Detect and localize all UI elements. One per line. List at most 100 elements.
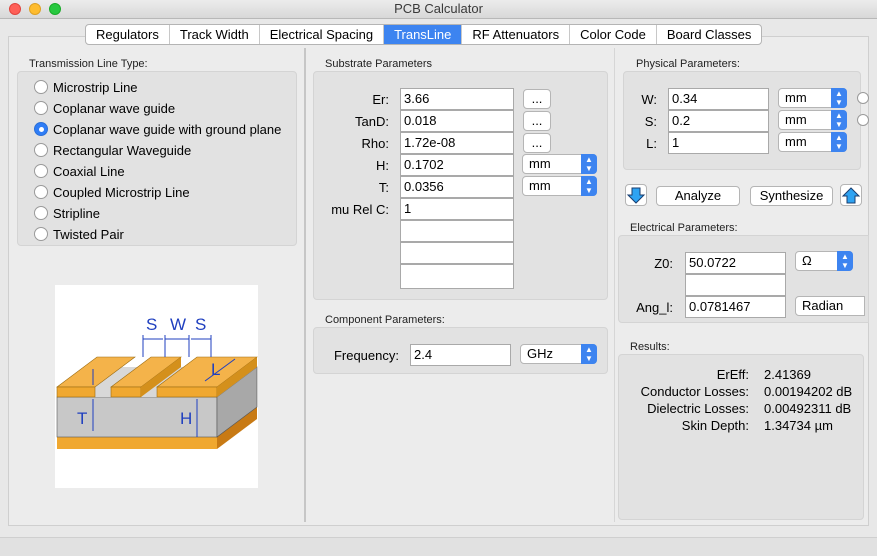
w-unit-select[interactable]: mm ▲ ▼ (778, 88, 847, 108)
l-unit-select[interactable]: mm ▲ ▼ (778, 132, 847, 152)
extra-param-input[interactable] (400, 242, 514, 264)
ang-label: Ang_l: (636, 300, 673, 315)
radio-button[interactable] (34, 227, 48, 241)
chevron-updown-icon: ▲ ▼ (581, 344, 597, 364)
murelc-input[interactable]: 1 (400, 198, 514, 220)
t-unit-value: mm (529, 178, 551, 193)
tand-label: TanD: (355, 114, 389, 129)
radio-button-selected[interactable] (34, 122, 48, 136)
radio-coplanar-ground[interactable]: Coplanar wave guide with ground plane (34, 120, 281, 138)
radio-button[interactable] (34, 80, 48, 94)
h-input[interactable]: 0.1702 (400, 154, 514, 176)
radio-label: Coupled Microstrip Line (53, 184, 190, 200)
l-input[interactable]: 1 (668, 132, 769, 154)
h-unit-select[interactable]: mm ▲ ▼ (522, 154, 597, 174)
er-label: Er: (372, 92, 389, 107)
chevron-updown-icon: ▲ ▼ (831, 132, 847, 152)
tab-regulators[interactable]: Regulators (86, 25, 170, 44)
electrical-title: Electrical Parameters: (630, 222, 738, 234)
ang-unit-select[interactable]: Radian (795, 296, 865, 316)
synthesize-arrow-button[interactable] (840, 184, 862, 206)
tab-board-classes[interactable]: Board Classes (657, 25, 762, 44)
t-unit-select[interactable]: mm ▲ ▼ (522, 176, 597, 196)
frequency-unit-select[interactable]: GHz ▲ ▼ (520, 344, 597, 364)
erreff-label: ErEff: (716, 367, 749, 382)
substrate-title: Substrate Parameters (325, 58, 432, 70)
arrow-up-icon (841, 187, 861, 204)
results-title: Results: (630, 341, 670, 353)
radio-coplanar[interactable]: Coplanar wave guide (34, 99, 175, 117)
radio-rect-waveguide[interactable]: Rectangular Waveguide (34, 141, 191, 159)
tab-electrical-spacing[interactable]: Electrical Spacing (260, 25, 385, 44)
radio-button[interactable] (34, 206, 48, 220)
line-type-title: Transmission Line Type: (29, 58, 148, 70)
rho-input[interactable]: 1.72e-08 (400, 132, 514, 154)
chevron-updown-icon: ▲ ▼ (581, 154, 597, 174)
tand-browse-button[interactable]: ... (523, 111, 551, 131)
radio-label: Twisted Pair (53, 226, 124, 242)
extra-param-input[interactable] (400, 264, 514, 289)
s-label: S: (644, 114, 657, 129)
diagram-label-l: L (211, 360, 220, 379)
h-label: H: (376, 158, 389, 173)
l-label: L: (646, 136, 657, 151)
tab-bar: Regulators Track Width Electrical Spacin… (85, 24, 763, 45)
window-title: PCB Calculator (394, 1, 483, 16)
chevron-updown-icon: ▲ ▼ (837, 251, 853, 271)
ang-unit-value: Radian (802, 298, 844, 313)
er-input[interactable]: 3.66 (400, 88, 514, 110)
frequency-input[interactable]: 2.4 (410, 344, 511, 366)
rho-browse-button[interactable]: ... (523, 133, 551, 153)
diagram-label-s1: S (146, 315, 157, 334)
tand-input[interactable]: 0.018 (400, 110, 514, 132)
t-input[interactable]: 0.0356 (400, 176, 514, 198)
arrow-down-icon (626, 187, 646, 204)
radio-stripline[interactable]: Stripline (34, 204, 100, 222)
radio-button[interactable] (34, 143, 48, 157)
tab-rf-attenuators[interactable]: RF Attenuators (462, 25, 571, 44)
radio-button[interactable] (34, 185, 48, 199)
ang-input[interactable]: 0.0781467 (685, 296, 786, 318)
z0-unit-select[interactable]: Ω ▲ ▼ (795, 251, 853, 271)
radio-microstrip[interactable]: Microstrip Line (34, 78, 138, 96)
column-divider (614, 48, 615, 522)
radio-coaxial[interactable]: Coaxial Line (34, 162, 125, 180)
analyze-arrow-button[interactable] (625, 184, 647, 206)
tab-color-code[interactable]: Color Code (570, 25, 657, 44)
er-browse-button[interactable]: ... (523, 89, 551, 109)
conductor-losses-value: 0.00194202 dB (764, 384, 853, 399)
extra-param-input[interactable] (400, 220, 514, 242)
radio-button[interactable] (34, 164, 48, 178)
dielectric-losses-value: 0.00492311 dB (764, 401, 852, 416)
status-bar (0, 537, 877, 556)
s-unit-select[interactable]: mm ▲ ▼ (778, 110, 847, 130)
t-label: T: (378, 180, 389, 195)
radio-button[interactable] (34, 101, 48, 115)
radio-label: Coplanar wave guide with ground plane (53, 121, 282, 137)
w-option-radio[interactable] (857, 92, 869, 104)
z0-unit-value: Ω (802, 253, 812, 268)
z0-input[interactable]: 50.0722 (685, 252, 786, 274)
dielectric-losses-label: Dielectric Losses: (647, 401, 749, 416)
frequency-label: Frequency: (333, 348, 399, 363)
analyze-button[interactable]: Analyze (656, 186, 740, 206)
diagram-label-w: W (170, 315, 186, 334)
diagram-label-h: H (180, 409, 192, 428)
line-type-group: Microstrip Line Coplanar wave guide Copl… (17, 71, 297, 246)
skin-depth-value: 1.34734 µm (764, 418, 833, 433)
tab-track-width[interactable]: Track Width (170, 25, 260, 44)
tab-transline[interactable]: TransLine (384, 25, 463, 44)
w-input[interactable]: 0.34 (668, 88, 769, 110)
s-input[interactable]: 0.2 (668, 110, 769, 132)
w-unit-value: mm (785, 90, 807, 105)
radio-twisted-pair[interactable]: Twisted Pair (34, 225, 124, 243)
s-option-radio[interactable] (857, 114, 869, 126)
synthesize-button[interactable]: Synthesize (750, 186, 833, 206)
title-bar: PCB Calculator (0, 0, 877, 19)
z0-extra-input[interactable] (685, 274, 786, 296)
physical-title: Physical Parameters: (636, 58, 740, 70)
l-unit-value: mm (785, 134, 807, 149)
component-title: Component Parameters: (325, 314, 445, 326)
radio-label: Microstrip Line (53, 79, 138, 95)
radio-coupled-microstrip[interactable]: Coupled Microstrip Line (34, 183, 190, 201)
